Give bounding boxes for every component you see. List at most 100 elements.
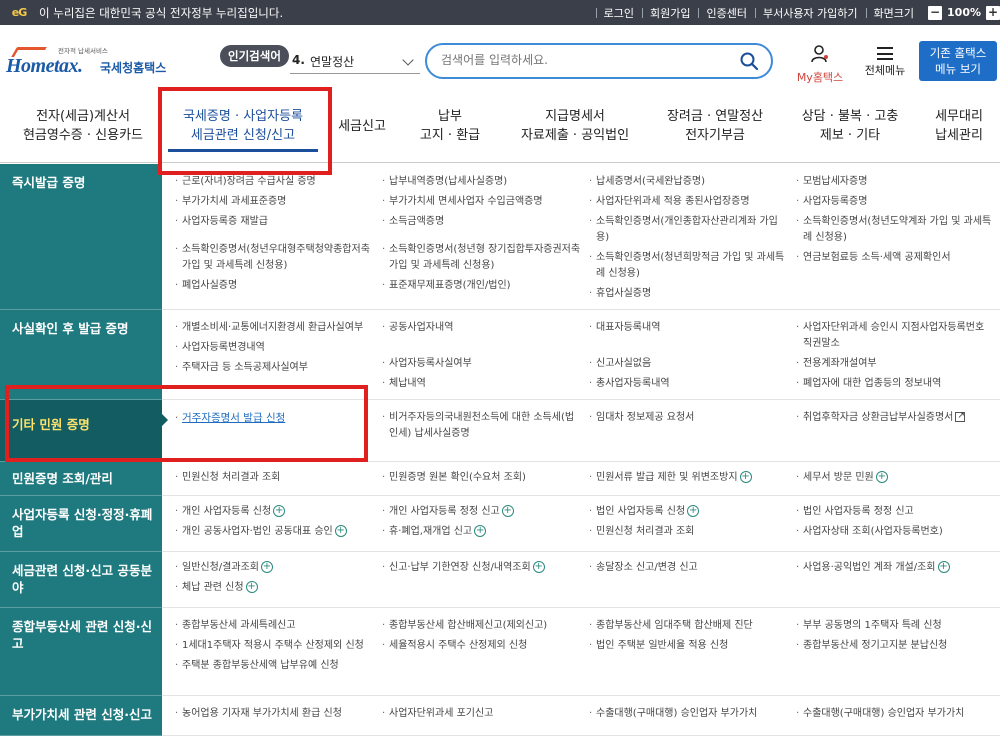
- chevron-down-icon[interactable]: [402, 54, 414, 66]
- hometax-logo[interactable]: 전자적 납세서비스 Hometax. 국세청홈택스: [6, 45, 176, 81]
- menu-link[interactable]: 사업용·공익법인 계좌 개설/조회+: [796, 560, 996, 576]
- menu-link[interactable]: 사업자등록사실여부: [382, 356, 582, 372]
- plus-circle-icon[interactable]: +: [334, 525, 347, 537]
- menu-link[interactable]: 거주자증명서 발급 신청: [175, 410, 375, 426]
- menu-link[interactable]: 소득확인증명서(개인종합자산관리계좌 가입용): [589, 214, 789, 246]
- nav-payment-statements[interactable]: 지급명세서 자료제출 · 공익법인: [510, 107, 640, 145]
- menu-link[interactable]: 민원신청 처리결과 조회: [175, 470, 375, 486]
- plus-circle-icon[interactable]: +: [532, 561, 545, 573]
- menu-link[interactable]: 종합부동산세 임대주택 합산배제 진단: [589, 618, 789, 634]
- nav-consulting[interactable]: 상담 · 불복 · 고충 제보 · 기타: [790, 107, 910, 145]
- menu-link[interactable]: 부부 공동명의 1주택자 특례 신청: [796, 618, 996, 634]
- menu-link[interactable]: 법인 사업자등록 정정 신고: [796, 504, 996, 520]
- zoom-in-button[interactable]: +: [986, 5, 1000, 20]
- search-icon[interactable]: [739, 51, 759, 71]
- row-title[interactable]: 기타 민원 증명: [0, 400, 168, 462]
- plus-circle-icon[interactable]: +: [501, 505, 514, 517]
- menu-link[interactable]: 주택자금 등 소득공제사실여부: [175, 360, 375, 376]
- menu-link[interactable]: 사업자단위과세 승인시 지점사업자등록번호 직권말소: [796, 320, 996, 352]
- legacy-menu-button[interactable]: 기존 홈택스 메뉴 보기: [919, 41, 997, 81]
- plus-circle-icon[interactable]: +: [937, 561, 950, 573]
- cert-center-link[interactable]: 인증센터: [698, 5, 754, 21]
- plus-circle-icon[interactable]: +: [260, 561, 273, 573]
- menu-link[interactable]: 휴·폐업,재개업 신고+: [382, 524, 582, 540]
- menu-link[interactable]: 소득확인증명서(청년도약계좌 가입 및 과세특례 신청용): [796, 214, 996, 246]
- menu-link[interactable]: 전용계좌개설여부: [796, 356, 996, 372]
- menu-link[interactable]: 폐업사실증명: [175, 278, 375, 294]
- menu-link[interactable]: 개인 공동사업자·법인 공동대표 승인+: [175, 524, 375, 540]
- menu-link[interactable]: 비거주자등의국내원천소득에 대한 소득세(법인세) 납세사실증명: [382, 410, 582, 442]
- plus-circle-icon[interactable]: +: [474, 525, 487, 537]
- plus-circle-icon[interactable]: +: [739, 471, 752, 483]
- menu-link[interactable]: 사업자등록증 재발급: [175, 214, 375, 230]
- menu-link[interactable]: 납부내역증명(납세사실증명): [382, 174, 582, 190]
- menu-link[interactable]: 폐업자에 대한 업종등의 정보내역: [796, 376, 996, 392]
- row-title[interactable]: 즉시발급 증명: [0, 164, 162, 310]
- nav-tax-filing[interactable]: 세금신고: [332, 117, 392, 136]
- menu-link[interactable]: 소득금액증명: [382, 214, 582, 230]
- nav-incentives[interactable]: 장려금 · 연말정산 전자기부금: [655, 107, 775, 145]
- menu-link[interactable]: 휴업사실증명: [589, 286, 789, 302]
- menu-link[interactable]: 개인 사업자등록 정정 신고+: [382, 504, 582, 520]
- menu-link[interactable]: 사업자상태 조회(사업자등록번호): [796, 524, 996, 540]
- login-link[interactable]: 로그인: [595, 5, 642, 21]
- menu-link[interactable]: 수출대행(구매대행) 승인업자 부가가치: [796, 706, 996, 722]
- menu-link[interactable]: 사업자단위과세 포기신고: [382, 706, 582, 722]
- menu-link[interactable]: 근로(자녀)장려금 수급사실 증명: [175, 174, 375, 190]
- row-title[interactable]: 종합부동산세 관련 신청·신고: [0, 608, 162, 696]
- menu-link[interactable]: 연금보험료등 소득·세액 공제확인서: [796, 250, 996, 266]
- menu-link[interactable]: 송달장소 신고/변경 신고: [589, 560, 789, 576]
- menu-link[interactable]: 수출대행(구매대행) 승인업자 부가가치: [589, 706, 789, 722]
- row-title[interactable]: 부가가치세 관련 신청·신고: [0, 696, 162, 736]
- menu-link[interactable]: 사업자단위과세 적용 종된사업장증명: [589, 194, 789, 210]
- menu-link[interactable]: 부가가치세 과세표준증명: [175, 194, 375, 210]
- row-title[interactable]: 세금관련 신청·신고 공동분야: [0, 552, 162, 608]
- menu-link[interactable]: 임대차 정보제공 요청서: [589, 410, 789, 426]
- menu-link[interactable]: 법인 사업자등록 신청+: [589, 504, 789, 520]
- menu-link[interactable]: 주택분 종합부동산세액 납부유예 신청: [175, 658, 375, 674]
- nav-e-invoice[interactable]: 전자(세금)계산서 현금영수증 · 신용카드: [14, 107, 152, 145]
- nav-certificates[interactable]: 국세증명 · 사업자등록 세금관련 신청/신고: [168, 107, 318, 152]
- plus-circle-icon[interactable]: +: [245, 581, 258, 593]
- my-hometax-button[interactable]: My홈택스: [792, 45, 848, 85]
- menu-link[interactable]: 세율적용시 주택수 산정제외 신청: [382, 638, 582, 654]
- menu-link[interactable]: 소득확인증명서(청년우대형주택청약종합저축 가입 및 과세특례 신청용): [175, 242, 375, 274]
- menu-link[interactable]: 1세대1주택자 적용시 주택수 산정제외 신청: [175, 638, 375, 654]
- row-title[interactable]: 사실확인 후 발급 증명: [0, 310, 162, 400]
- menu-link[interactable]: 개별소비세·교통에너지환경세 환급사실여부: [175, 320, 375, 336]
- menu-link[interactable]: 신고·납부 기한연장 신청/내역조회+: [382, 560, 582, 576]
- menu-link[interactable]: 취업후학자금 상환금납부사실증명서: [796, 408, 996, 426]
- menu-link[interactable]: 소득확인증명서(청년희망적금 가입 및 과세특례 신청용): [589, 250, 789, 282]
- menu-link[interactable]: 종합부동산세 과세특례신고: [175, 618, 375, 634]
- menu-link[interactable]: 사업자등록변경내역: [175, 340, 375, 356]
- menu-link[interactable]: 체납내역: [382, 376, 582, 392]
- menu-link[interactable]: 일반신청/결과조회+: [175, 560, 375, 576]
- dept-user-signup-link[interactable]: 부서사용자 가입하기: [754, 5, 866, 21]
- menu-link[interactable]: 종합부동산세 정기고지분 분납신청: [796, 638, 996, 654]
- search-input[interactable]: [441, 53, 711, 67]
- menu-link[interactable]: 공동사업자내역: [382, 320, 582, 336]
- menu-link[interactable]: 체납 관련 신청+: [175, 580, 375, 596]
- menu-link[interactable]: 소득확인증명서(청년형 장기집합투자증권저축 가입 및 과세특례 신청용): [382, 242, 582, 274]
- nav-tax-agent[interactable]: 세무대리 납세관리: [925, 107, 993, 145]
- menu-link[interactable]: 납세증명서(국세완납증명): [589, 174, 789, 190]
- row-title[interactable]: 사업자등록 신청·정정·휴폐업: [0, 496, 162, 552]
- popular-search-term[interactable]: 연말정산: [310, 53, 354, 70]
- signup-link[interactable]: 회원가입: [641, 5, 698, 21]
- menu-link[interactable]: 총사업자등록내역: [589, 376, 789, 392]
- menu-link[interactable]: 법인 주택분 일반세율 적용 신청: [589, 638, 789, 654]
- plus-circle-icon[interactable]: +: [875, 471, 888, 483]
- zoom-out-button[interactable]: −: [928, 5, 943, 20]
- plus-circle-icon[interactable]: +: [687, 505, 700, 517]
- all-menu-button[interactable]: 전체메뉴: [857, 45, 913, 78]
- menu-link[interactable]: 세무서 방문 민원+: [796, 470, 996, 486]
- menu-link[interactable]: 민원서류 발급 제한 및 위변조방지+: [589, 470, 789, 486]
- menu-link[interactable]: 표준재무제표증명(개인/법인): [382, 278, 582, 294]
- menu-link[interactable]: 사업자등록증명: [796, 194, 996, 210]
- plus-circle-icon[interactable]: +: [273, 505, 286, 517]
- menu-link[interactable]: 모범납세자증명: [796, 174, 996, 190]
- menu-link[interactable]: 민원신청 처리결과 조회: [589, 524, 789, 540]
- menu-link[interactable]: 개인 사업자등록 신청+: [175, 504, 375, 520]
- menu-link[interactable]: 종합부동산세 합산배제신고(제외신고): [382, 618, 582, 634]
- menu-link[interactable]: 농어업용 기자재 부가가치세 환급 신청: [175, 706, 375, 722]
